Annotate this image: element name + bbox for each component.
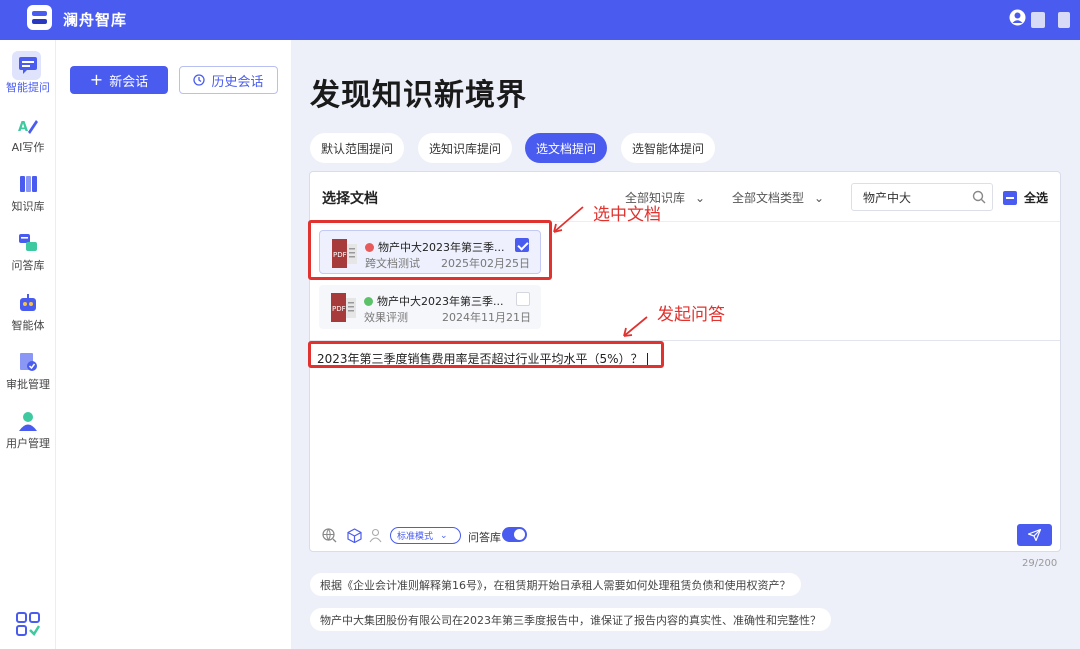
doc-date: 2024年11月21日	[442, 311, 531, 324]
approval-icon	[20, 353, 37, 371]
chevron-down-icon: ⌄	[440, 530, 448, 541]
new-chat-button[interactable]: + 新会话	[70, 66, 168, 94]
select-all-checkbox[interactable]: 全选	[1003, 189, 1048, 206]
window-control[interactable]	[1058, 12, 1070, 28]
window-control[interactable]	[1031, 12, 1045, 28]
checkbox-indeterminate-icon	[1003, 190, 1017, 205]
mode-select[interactable]: 标准模式 ⌄	[390, 527, 461, 544]
send-button[interactable]	[1017, 524, 1052, 546]
annotation-box-selected-doc	[308, 220, 552, 280]
select-doc-header: 选择文档 全部知识库 ⌄ 全部文档类型 ⌄ 物产中大 全选	[310, 172, 1060, 222]
nav-item-ai-write[interactable]: A AI写作	[0, 114, 56, 155]
tab-select-kb[interactable]: 选知识库提问	[418, 133, 513, 163]
search-icon[interactable]	[972, 190, 986, 204]
apps-grid-icon[interactable]	[16, 612, 40, 636]
nav-item-approval[interactable]: 审批管理	[0, 351, 56, 392]
chevron-down-icon: ⌄	[814, 190, 825, 205]
doc-source: 效果评测	[364, 311, 408, 324]
kb-source-icon	[364, 296, 373, 306]
annotation-label-select-doc: 选中文档	[593, 205, 661, 225]
pdf-file-icon: PDF	[331, 293, 356, 322]
doc-checkbox[interactable]	[516, 292, 530, 306]
annotation-arrow-icon	[623, 316, 648, 337]
svg-text:A: A	[18, 120, 28, 135]
send-icon	[1028, 529, 1041, 541]
nav-item-smart-ask[interactable]: 智能提问	[0, 54, 56, 95]
cube-icon[interactable]	[347, 528, 362, 543]
annotation-label-start-qa: 发起问答	[657, 305, 725, 325]
top-bar: 澜舟智库	[0, 0, 1080, 40]
doc-name: 物产中大2023年第三季...	[377, 295, 504, 308]
suggested-question[interactable]: 根据《企业会计准则解释第16号》，在租赁期开始日承租人需要如何处理租赁负债和使用…	[310, 573, 801, 596]
chat-icon	[19, 57, 37, 74]
nav-item-qa-library[interactable]: 问答库	[0, 232, 56, 273]
nav-item-knowledge-base[interactable]: 知识库	[0, 173, 56, 214]
web-search-icon[interactable]	[322, 528, 337, 543]
qa-toggle[interactable]	[502, 527, 527, 542]
user-icon	[19, 412, 37, 431]
qa-toggle-label: 问答库	[468, 531, 501, 544]
books-icon	[20, 176, 37, 192]
left-nav: 智能提问 A AI写作 知识库 问答库 智能体 审批管理 用户管理	[0, 40, 56, 649]
user-avatar-icon[interactable]	[1009, 9, 1026, 26]
people-icon[interactable]	[368, 528, 383, 543]
tab-select-agent[interactable]: 选智能体提问	[621, 133, 716, 163]
clock-icon	[193, 74, 206, 86]
robot-icon	[20, 294, 36, 311]
tab-default-scope[interactable]: 默认范围提问	[310, 133, 405, 163]
char-counter: 29/200	[1022, 558, 1058, 569]
qa-icon	[19, 234, 37, 251]
page-title: 发现知识新境界	[310, 78, 527, 113]
nav-item-agent[interactable]: 智能体	[0, 292, 56, 333]
app-title: 澜舟智库	[63, 11, 128, 29]
select-doc-title: 选择文档	[322, 191, 378, 207]
annotation-box-question	[308, 341, 664, 368]
chevron-down-icon: ⌄	[695, 190, 706, 205]
doc-type-filter-dropdown[interactable]: 全部文档类型 ⌄	[732, 189, 824, 206]
annotation-arrow-icon	[553, 206, 584, 233]
doc-item[interactable]: PDF 物产中大2023年第三季... 效果评测 2024年11月21日	[319, 285, 541, 329]
suggested-question[interactable]: 物产中大集团股份有限公司在2023年第三季度报告中，谁保证了报告内容的真实性、准…	[310, 608, 831, 631]
doc-search-input[interactable]: 物产中大	[851, 183, 993, 211]
tab-select-doc[interactable]: 选文档提问	[525, 133, 608, 163]
plus-icon: +	[89, 70, 104, 89]
app-logo-icon	[27, 5, 52, 30]
history-chat-button[interactable]: 历史会话	[179, 66, 278, 94]
session-panel: + 新会话 历史会话	[57, 40, 291, 649]
nav-item-user-management[interactable]: 用户管理	[0, 410, 56, 451]
svg-text:PDF: PDF	[332, 305, 346, 313]
ai-write-icon: A	[18, 120, 38, 135]
